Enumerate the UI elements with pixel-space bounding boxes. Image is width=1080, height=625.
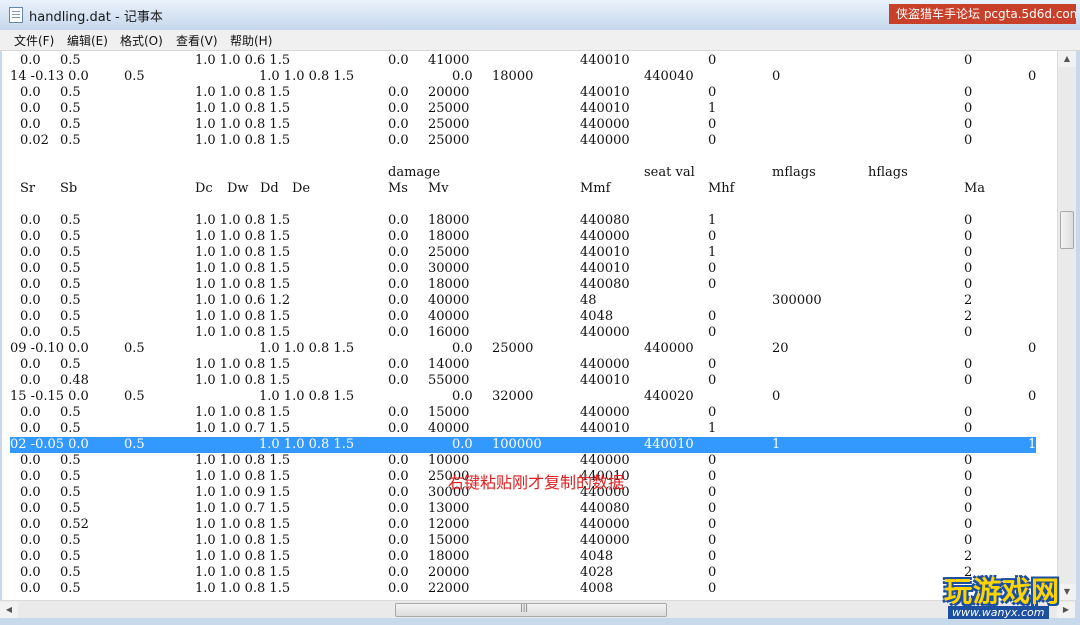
title-bar[interactable]: handling.dat - 记事本 侠盗猎车手论坛 pcgta.5d6d.co… xyxy=(0,0,1080,31)
mflags-label: mflags xyxy=(772,165,816,180)
table-row: 0.0 0.5 1.0 1.0 0.8 1.5 0.0 20000 4028 0 2 xyxy=(20,565,973,580)
menu-file[interactable]: 文件(F) xyxy=(14,32,54,49)
text-line: 0.0 0.5 1.0 1.0 0.6 1.5 0.0 41000 440010 00 xyxy=(20,53,973,68)
text-line: 0.0 0.5 1.0 1.0 0.8 1.5 0.0 25000 440000 00 xyxy=(20,117,973,132)
horizontal-scrollbar[interactable]: ◀ ||| ▶ xyxy=(0,600,1075,618)
table-row: 15 -0.15 0.0 0.5 1.0 1.0 0.8 1.5 0.0 32000 44… xyxy=(10,389,1037,404)
menu-bar: 文件(F) 编辑(E) 格式(O) 查看(V) 帮助(H) xyxy=(0,30,1080,51)
text-editor[interactable]: 0.0 0.5 1.0 1.0 0.6 1.5 0.0 41000 440010 00… xyxy=(0,51,1057,600)
table-row: 0.0 0.5 1.0 1.0 0.8 1.5 0.0 15000 440000 0 0 xyxy=(20,405,973,420)
seat-val-label: seat val xyxy=(644,165,695,180)
logo-url: www.wanyx.com xyxy=(948,606,1049,619)
text-line: 0.02 0.5 1.0 1.0 0.8 1.5 0.0 25000 440000 0… xyxy=(20,133,973,148)
table-row: 0.0 0.5 1.0 1.0 0.8 1.5 0.0 18000 440080 1 0 xyxy=(20,213,973,228)
table-row: 09 -0.10 0.0 0.5 1.0 1.0 0.8 1.5 0.0 25000 44… xyxy=(10,341,1037,356)
table-row: 0.0 0.5 1.0 1.0 0.8 1.5 0.0 30000 440010 0 0 xyxy=(20,261,973,276)
vertical-scrollbar[interactable]: ▲ ▼ xyxy=(1057,51,1076,600)
table-row: 0.0 0.5 1.0 1.0 0.8 1.5 0.0 18000 440000 0 0 xyxy=(20,229,973,244)
site-logo: 玩游戏网 www.wanyx.com xyxy=(938,570,1080,625)
table-row: 0.0 0.5 1.0 1.0 0.8 1.5 0.0 15000 440000 0 0 xyxy=(20,533,973,548)
table-row: 0.0 0.5 1.0 1.0 0.8 1.5 0.0 25000 440010 1 0 xyxy=(20,245,973,260)
selected-line: 02 -0.05 0.0 0.5 1.0 1.0 0.8 1.5 0.0 100000 4… xyxy=(10,437,1037,453)
menu-help[interactable]: 帮助(H) xyxy=(230,32,272,49)
text-line: 0.0 0.5 1.0 1.0 0.8 1.5 0.0 20000 440010 00 xyxy=(20,85,973,100)
notepad-icon xyxy=(9,7,23,23)
text-line: 14 -0.13 0.0 0.5 1.0 1.0 0.8 1.5 0.0 18000… xyxy=(10,69,1037,84)
table-row: 0.0 0.52 1.0 1.0 0.8 1.5 0.0 12000 440000 0 0 xyxy=(20,517,973,532)
text-line: 0.0 0.5 1.0 1.0 0.8 1.5 0.0 25000 440010 10 xyxy=(20,101,973,116)
header-line-2: Sr Sb Dc Dw Dd De Ms Mv Mmf Mhf Ma xyxy=(20,181,986,196)
table-row: 0.0 0.5 1.0 1.0 0.8 1.5 0.0 10000 440000 0 0 xyxy=(20,453,973,468)
table-row: 0.0 0.5 1.0 1.0 0.7 1.5 0.0 40000 440010 1 0 xyxy=(20,421,973,436)
table-row: 0.0 0.5 1.0 1.0 0.8 1.5 0.0 18000 4048 0 2 xyxy=(20,549,973,564)
paste-instruction-text: 右键粘贴刚才复制的数据 xyxy=(448,473,625,492)
hflags-label: hflags xyxy=(868,165,908,180)
scroll-left-icon[interactable]: ◀ xyxy=(0,602,18,618)
logo-text: 玩游戏网 xyxy=(944,575,1061,608)
window-title: handling.dat - 记事本 xyxy=(29,10,163,25)
table-row: 0.0 0.48 1.0 1.0 0.8 1.5 0.0 55000 440010 0 0 xyxy=(20,373,973,388)
forum-watermark: 侠盗猎车手论坛 pcgta.5d6d.com xyxy=(889,4,1076,24)
menu-edit[interactable]: 编辑(E) xyxy=(67,32,108,49)
table-row: 0.0 0.5 1.0 1.0 0.8 1.5 0.0 14000 440000 0 0 xyxy=(20,357,973,372)
header-line-1: damage seat val mflags hflags xyxy=(2,165,1057,181)
scroll-up-icon[interactable]: ▲ xyxy=(1058,51,1076,67)
table-row: 0.0 0.5 1.0 1.0 0.8 1.5 0.0 40000 4048 0 2 xyxy=(20,309,973,324)
menu-format[interactable]: 格式(O) xyxy=(120,32,163,49)
table-row: 0.0 0.5 1.0 1.0 0.8 1.5 0.0 22000 4008 0 xyxy=(20,581,717,596)
horizontal-scroll-thumb[interactable] xyxy=(395,603,667,617)
menu-view[interactable]: 查看(V) xyxy=(176,32,218,49)
table-row: 0.0 0.5 1.0 1.0 0.7 1.5 0.0 13000 440080 0 0 xyxy=(20,501,973,516)
table-row: 0.0 0.5 1.0 1.0 0.8 1.5 0.0 18000 440080 0 0 xyxy=(20,277,973,292)
table-row: 0.0 0.5 1.0 1.0 0.6 1.2 0.0 40000 48 300000 2 xyxy=(20,293,973,308)
vertical-scroll-thumb[interactable] xyxy=(1060,211,1074,249)
table-row: 0.0 0.5 1.0 1.0 0.8 1.5 0.0 16000 440000 0 0 xyxy=(20,325,973,340)
damage-label: damage xyxy=(388,165,441,180)
grip-icon: ||| xyxy=(520,603,529,612)
